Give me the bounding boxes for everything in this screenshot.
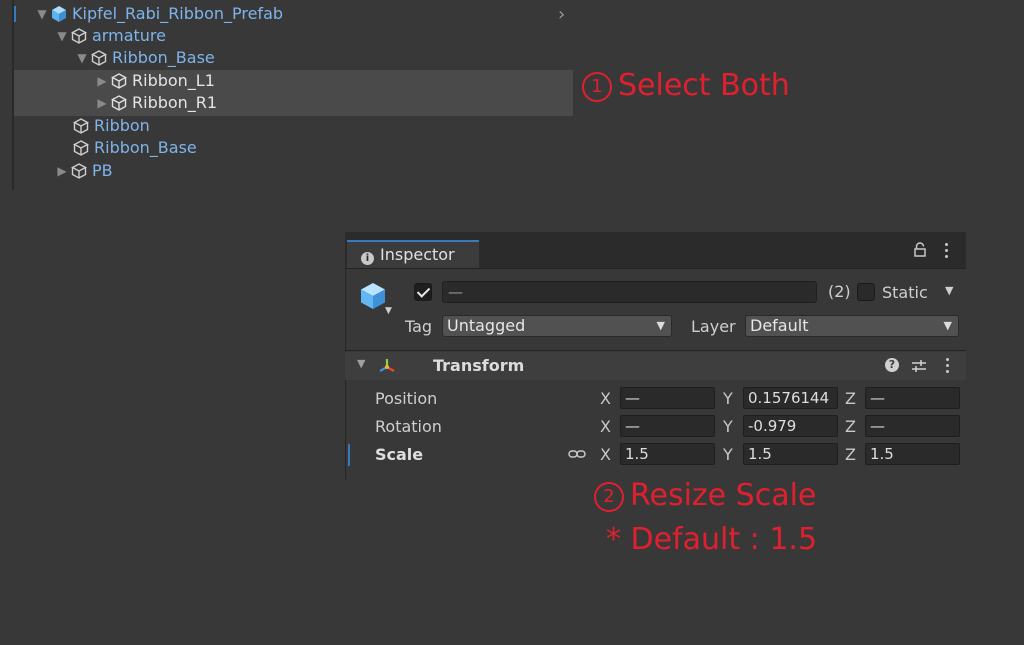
gameobject-cube-icon [73, 140, 89, 156]
position-label: Position [375, 389, 438, 408]
active-checkbox[interactable] [414, 283, 432, 301]
expand-arrow-icon[interactable]: ▼ [74, 47, 90, 69]
tab-inspector[interactable]: i Inspector [347, 240, 479, 268]
axis-y-label: Y [723, 445, 733, 464]
gameobject-cube-icon [71, 163, 87, 179]
annotation-default-note: * Default : 1.5 [606, 522, 818, 557]
hierarchy-item-pb[interactable]: ▶ PB [54, 160, 113, 182]
static-label: Static [882, 283, 928, 302]
hierarchy-item-ribbon-r1[interactable]: ▶ Ribbon_R1 [94, 92, 217, 114]
annotation-step-1: 1 Select Both [582, 68, 790, 103]
axis-y-label: Y [723, 389, 733, 408]
chevron-down-icon: ▼ [656, 319, 665, 332]
more-options-icon[interactable] [945, 243, 949, 261]
prefab-cube-icon [52, 6, 66, 22]
hierarchy-item-label: Ribbon_Base [94, 138, 197, 157]
expand-arrow-icon[interactable]: ▶ [54, 160, 70, 182]
hierarchy-item-ribbon-l1[interactable]: ▶ Ribbon_L1 [94, 70, 215, 92]
name-field[interactable]: — [442, 281, 817, 303]
tab-label: Inspector [380, 245, 455, 264]
tag-dropdown[interactable]: Untagged ▼ [442, 315, 672, 337]
scale-y-field[interactable]: 1.5 [743, 443, 838, 465]
annotation-step-2: 2 Resize Scale [594, 478, 816, 513]
component-menu-icon[interactable] [946, 358, 950, 376]
hierarchy-item-label: PB [92, 161, 113, 180]
expand-arrow-icon[interactable]: ▼ [34, 3, 50, 25]
axis-x-label: X [600, 417, 611, 436]
divider [345, 350, 966, 351]
axis-z-label: Z [845, 389, 856, 408]
lock-icon[interactable] [913, 242, 927, 258]
static-checkbox[interactable] [857, 283, 875, 301]
hierarchy-item-prefab-root[interactable]: ▼ Kipfel_Rabi_Ribbon_Prefab [34, 3, 283, 25]
collapse-arrow-icon[interactable]: ▼ [357, 357, 365, 370]
expand-arrow-icon[interactable]: ▶ [94, 70, 110, 92]
modified-indicator [348, 444, 350, 466]
axis-x-label: X [600, 389, 611, 408]
chevron-right-icon[interactable]: › [558, 4, 565, 25]
layer-dropdown[interactable]: Default ▼ [745, 315, 959, 337]
layer-value: Default [750, 316, 809, 335]
inspector-tab-bar: i Inspector [345, 232, 966, 269]
expand-arrow-icon[interactable]: ▼ [54, 25, 70, 47]
layer-label: Layer [691, 317, 736, 336]
expand-arrow-icon[interactable]: ▶ [94, 92, 110, 114]
info-icon: i [361, 252, 374, 265]
inspector-panel: i Inspector ▼ — (2) Static ▼ Tag Untagged… [345, 232, 966, 480]
hierarchy-accent [14, 6, 16, 22]
axis-z-label: Z [845, 417, 856, 436]
chevron-down-icon: ▼ [943, 319, 952, 332]
position-x-field[interactable]: — [620, 387, 715, 409]
position-y-field[interactable]: 0.1576144 [743, 387, 838, 409]
help-icon[interactable]: ? [885, 358, 899, 372]
transform-title: Transform [433, 356, 525, 375]
scale-x-field[interactable]: 1.5 [620, 443, 715, 465]
hierarchy-item-label: armature [92, 26, 166, 45]
hierarchy-item-armature[interactable]: ▼ armature [54, 25, 166, 47]
rotation-z-field[interactable]: — [865, 415, 960, 437]
gameobject-cube-icon [73, 118, 89, 134]
hierarchy-item-label: Ribbon_Base [112, 48, 215, 67]
axis-z-label: Z [845, 445, 856, 464]
annotation-text: Select Both [618, 68, 790, 103]
step-number-badge: 2 [594, 481, 624, 512]
hierarchy-item-ribbon-base-2[interactable]: Ribbon_Base [56, 137, 197, 159]
static-dropdown-caret-icon[interactable]: ▼ [945, 284, 953, 297]
gameobject-cube-icon [111, 95, 127, 111]
axis-x-label: X [600, 445, 611, 464]
transform-axes-icon [379, 359, 395, 372]
tag-value: Untagged [447, 316, 526, 335]
hierarchy-item-label: Ribbon [94, 116, 150, 135]
transform-header[interactable]: ▼ Transform ? [345, 352, 966, 380]
axis-y-label: Y [723, 417, 733, 436]
hierarchy-item-label: Ribbon_L1 [132, 71, 215, 90]
scale-z-field[interactable]: 1.5 [865, 443, 960, 465]
gameobject-cube-icon [91, 50, 107, 66]
gameobject-cube-icon [71, 28, 87, 44]
gameobject-cube-icon [111, 73, 127, 89]
tag-label: Tag [405, 317, 433, 336]
position-z-field[interactable]: — [865, 387, 960, 409]
rotation-y-field[interactable]: -0.979 [743, 415, 838, 437]
rotation-x-field[interactable]: — [620, 415, 715, 437]
hierarchy-panel: ▼ Kipfel_Rabi_Ribbon_Prefab › ▼ armature… [0, 0, 600, 190]
hierarchy-item-ribbon[interactable]: Ribbon [56, 115, 150, 137]
multi-selection-count: (2) [828, 282, 851, 301]
rotation-label: Rotation [375, 417, 442, 436]
step-number-badge: 1 [582, 71, 612, 102]
annotation-text: Resize Scale [630, 478, 817, 513]
hierarchy-item-label: Kipfel_Rabi_Ribbon_Prefab [72, 4, 284, 23]
scale-label: Scale [375, 445, 424, 464]
icon-dropdown-caret-icon[interactable]: ▼ [385, 306, 392, 316]
hierarchy-item-ribbon-base[interactable]: ▼ Ribbon_Base [74, 47, 215, 69]
constrain-proportions-link-icon[interactable] [568, 447, 586, 461]
hierarchy-item-label: Ribbon_R1 [132, 93, 218, 112]
presets-sliders-icon[interactable] [911, 358, 927, 374]
